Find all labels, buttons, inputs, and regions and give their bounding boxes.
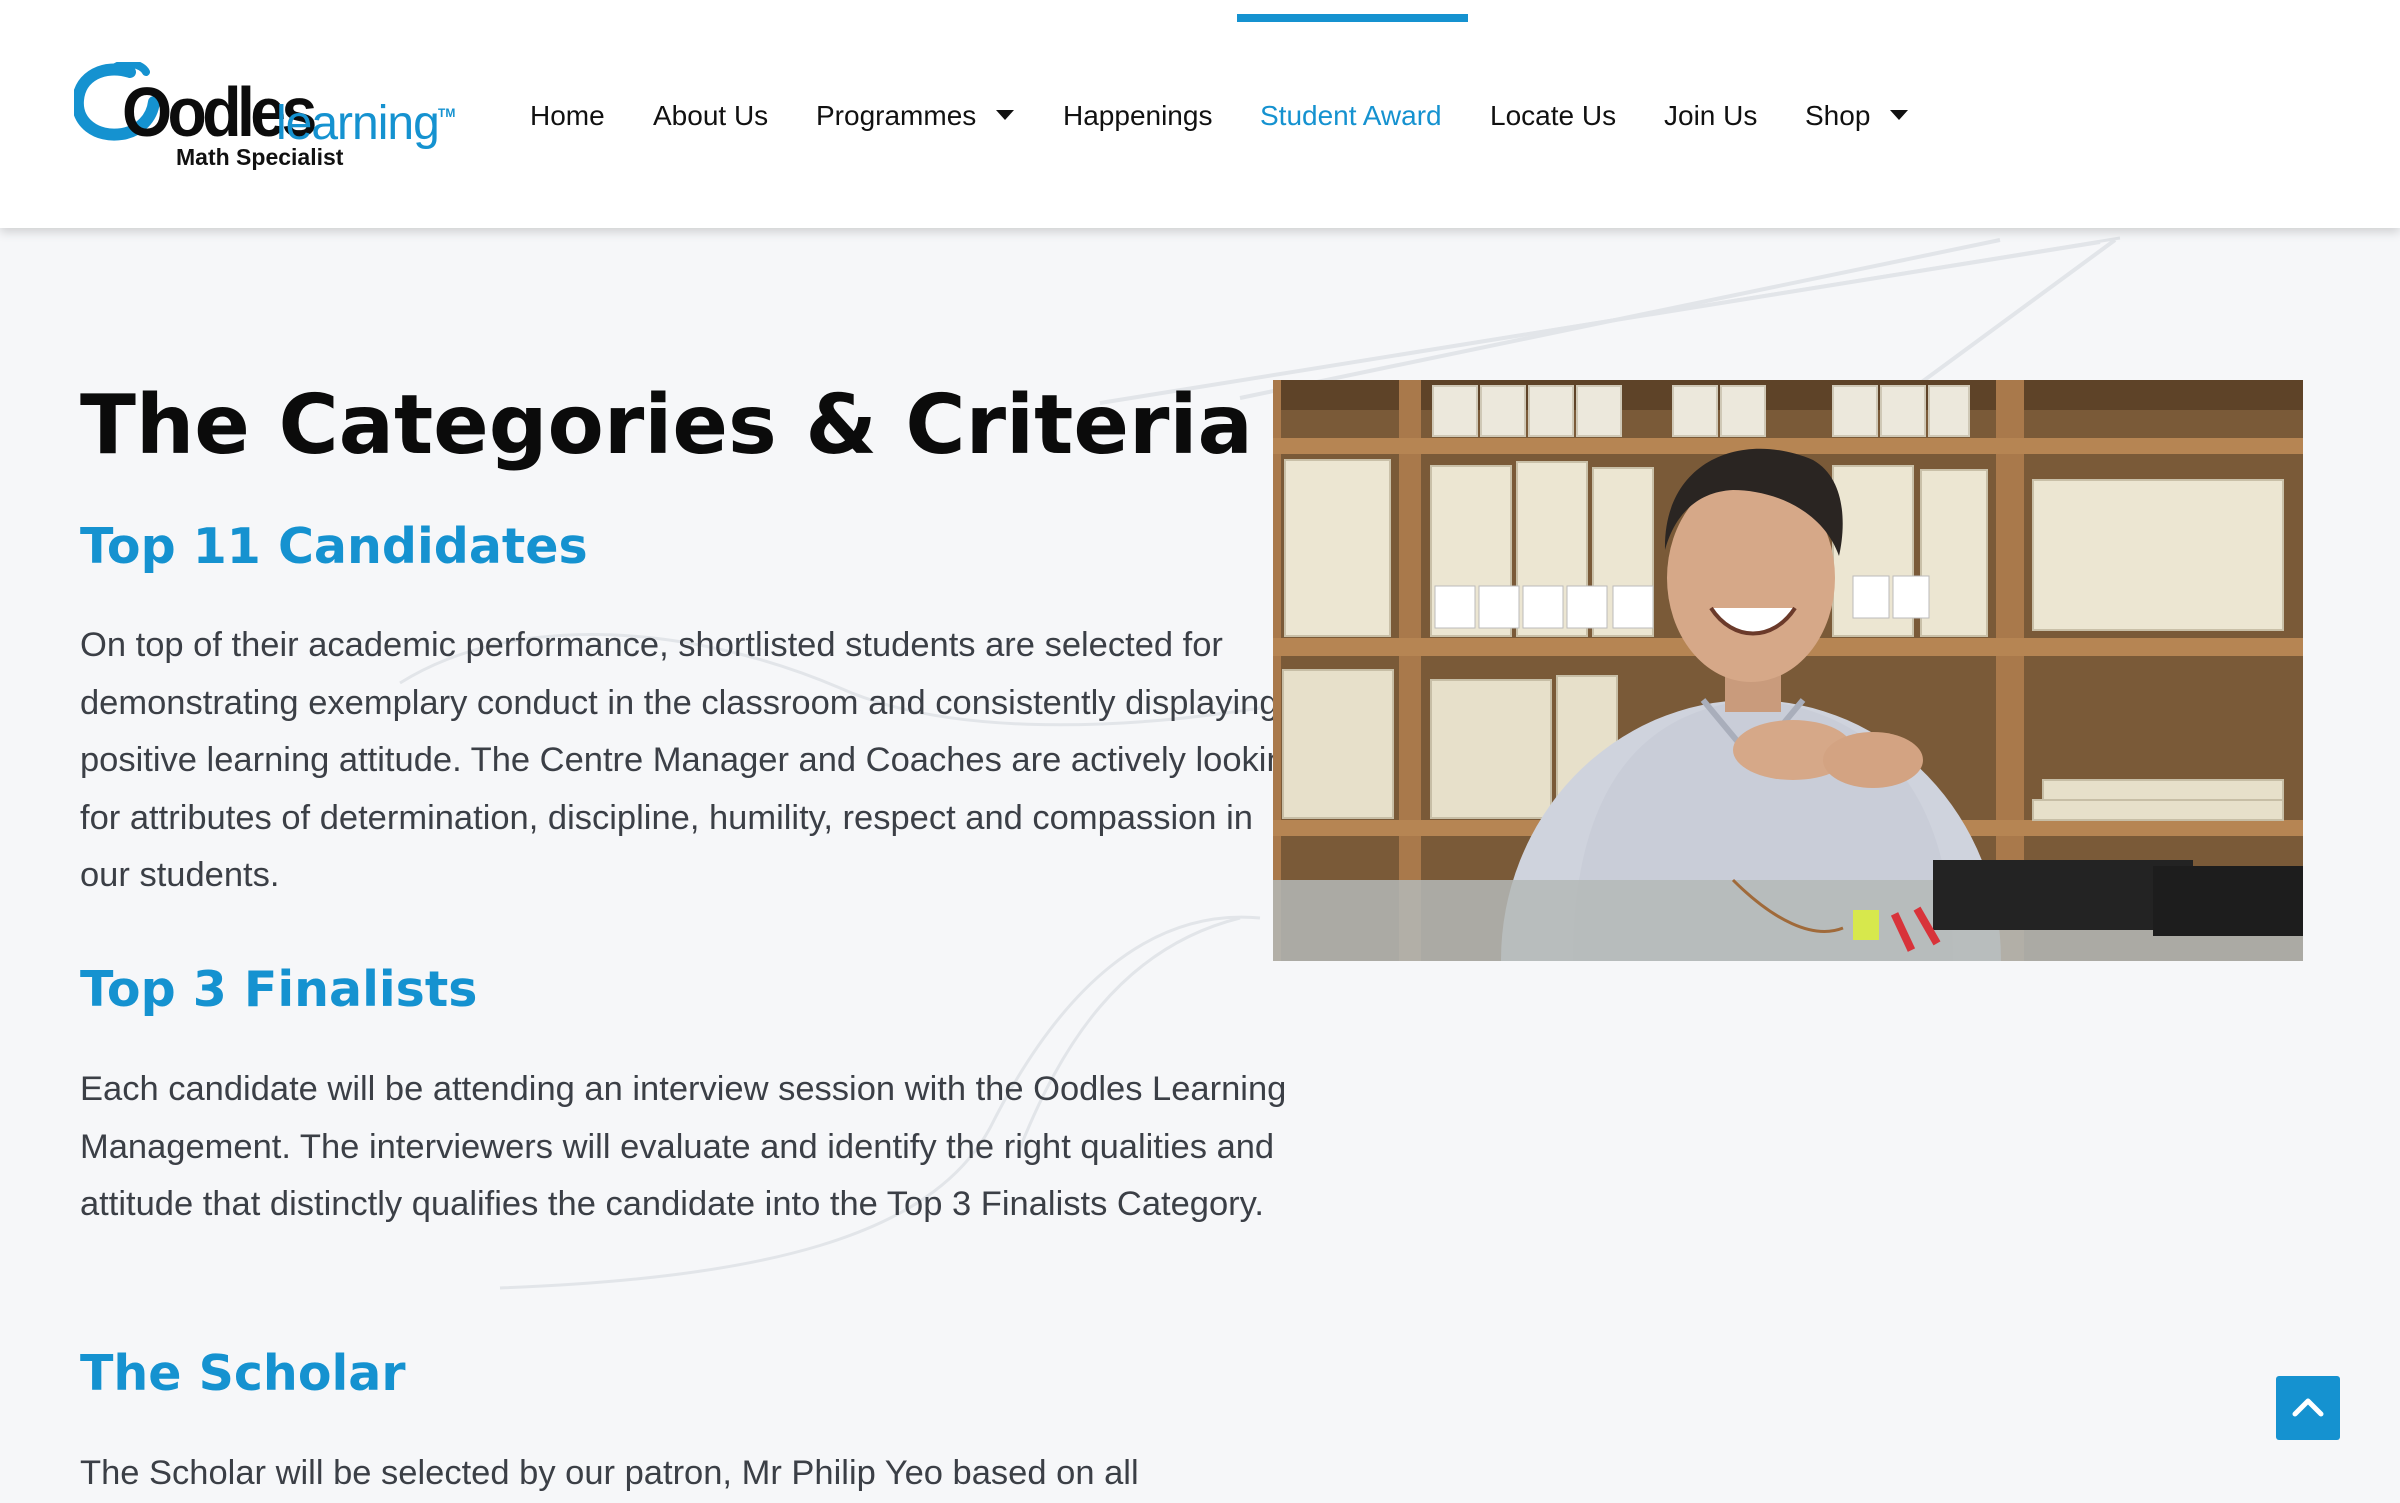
nav-item-shop[interactable]: Shop bbox=[1805, 96, 1909, 136]
chevron-up-icon bbox=[2292, 1398, 2324, 1417]
nav-item-happenings[interactable]: Happenings bbox=[1063, 96, 1212, 136]
page-title: The Categories & Criteria bbox=[80, 378, 1253, 473]
nav-item-label: Programmes bbox=[816, 100, 977, 131]
section-body-scholar: The Scholar will be selected by our patr… bbox=[80, 1454, 1139, 1492]
nav-item-label: Happenings bbox=[1063, 100, 1213, 131]
nav-item-about-us[interactable]: About Us bbox=[653, 96, 768, 136]
nav-item-label: Student Award bbox=[1260, 100, 1442, 131]
patron-photo bbox=[1273, 380, 2303, 961]
section-body-top-3: Each candidate will be attending an inte… bbox=[80, 1070, 1287, 1223]
nav-item-student-award[interactable]: Student Award bbox=[1260, 96, 1442, 136]
logo-learning-text: learning bbox=[276, 97, 440, 150]
nav-item-programmes[interactable]: Programmes bbox=[816, 96, 1015, 136]
section-body-top-11: On top of their academic performance, sh… bbox=[80, 626, 1308, 894]
oodles-learning-logo[interactable]: Oodles learning TM Math Specialist bbox=[74, 62, 464, 176]
scroll-to-top-button[interactable] bbox=[2276, 1376, 2340, 1440]
caret-down-icon bbox=[996, 109, 1015, 120]
section-heading-scholar: The Scholar bbox=[80, 1345, 406, 1402]
caret-down-icon bbox=[1890, 109, 1909, 120]
nav-item-label: About Us bbox=[653, 100, 769, 131]
section-heading-top-11: Top 11 Candidates bbox=[80, 518, 588, 575]
section-heading-top-3: Top 3 Finalists bbox=[80, 961, 478, 1018]
nav-item-join-us[interactable]: Join Us bbox=[1664, 96, 1757, 136]
nav-item-label: Shop bbox=[1805, 100, 1871, 131]
nav-item-label: Join Us bbox=[1664, 100, 1758, 131]
nav-item-label: Home bbox=[530, 100, 605, 131]
active-nav-indicator bbox=[1237, 14, 1468, 22]
logo-tagline: Math Specialist bbox=[176, 144, 344, 170]
nav-item-home[interactable]: Home bbox=[530, 96, 605, 136]
logo-trademark: TM bbox=[438, 106, 456, 120]
site-header: Oodles learning TM Math Specialist Home … bbox=[0, 0, 2400, 228]
nav-item-label: Locate Us bbox=[1490, 100, 1617, 131]
nav-item-locate-us[interactable]: Locate Us bbox=[1490, 96, 1616, 136]
